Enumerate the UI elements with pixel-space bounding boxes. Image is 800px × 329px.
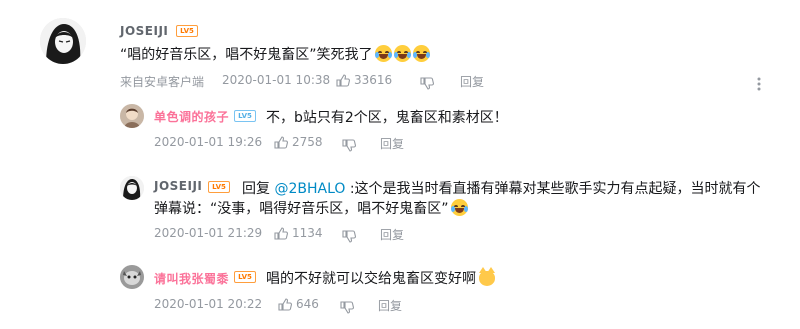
like-count: 33616 (354, 73, 393, 87)
dislike-button[interactable] (342, 225, 360, 244)
reply-time: 2020-01-01 21:29 (154, 226, 263, 240)
laugh-cry-emoji (374, 45, 392, 62)
reply-time: 2020-01-01 19:26 (154, 135, 263, 149)
dislike-button[interactable] (420, 72, 438, 91)
avatar-image (120, 104, 144, 128)
avatar[interactable] (40, 18, 86, 64)
laugh-cry-emoji (393, 45, 411, 62)
mention-link[interactable]: @2BHALO (274, 181, 345, 197)
comment-text: “唱的好音乐区，唱不好鬼畜区”笑死我了 (120, 44, 430, 64)
thumb-up-icon (274, 136, 288, 149)
comment-text-body: “唱的好音乐区，唱不好鬼畜区”笑死我了 (120, 47, 373, 63)
reply-prefix: 回复 (242, 181, 270, 197)
like-button[interactable]: 646 (278, 297, 319, 311)
thumb-down-icon (420, 77, 434, 90)
reply-username[interactable]: JOSEIJI (154, 179, 202, 193)
reply-text-body: 唱的不好就可以交给鬼畜区变好啊 (266, 271, 476, 287)
thumb-down-icon (342, 139, 356, 152)
like-button[interactable]: 33616 (336, 73, 392, 87)
reply-button[interactable]: 回复 (460, 73, 484, 90)
avatar-image (40, 18, 86, 64)
like-count: 2758 (292, 135, 323, 149)
thumb-up-icon (278, 298, 292, 311)
main-comment: JOSEIJI LV5 “唱的好音乐区，唱不好鬼畜区”笑死我了 来自安卓客户端 … (0, 0, 800, 96)
comment-username[interactable]: JOSEIJI (120, 24, 168, 38)
reply-button[interactable]: 回复 (380, 226, 404, 243)
level-badge: LV5 (176, 25, 198, 37)
reply-text-line1: :这个是我当时看直播有弹幕对某些歌手实力有点起疑，当时就有个 (349, 181, 761, 197)
avatar[interactable] (120, 176, 144, 200)
thumb-down-icon (342, 230, 356, 243)
cat-emoji (479, 267, 495, 286)
like-button[interactable]: 1134 (274, 226, 323, 240)
thumb-up-icon (274, 227, 288, 240)
avatar[interactable] (120, 104, 144, 128)
level-badge: LV5 (208, 181, 230, 193)
comment-time: 2020-01-01 10:38 (222, 73, 331, 87)
dislike-button[interactable] (340, 296, 358, 315)
reply-username[interactable]: 单色调的孩子 (154, 108, 229, 125)
device-source: 来自安卓客户端 (120, 75, 205, 89)
reply-text-continued: 弹幕说：“没事，唱得好音乐区，唱不好鬼畜区” (154, 198, 468, 218)
reply-text-line2: 弹幕说：“没事，唱得好音乐区，唱不好鬼畜区” (154, 201, 449, 217)
reply-button[interactable]: 回复 (378, 297, 402, 314)
avatar-image (120, 265, 144, 289)
more-button[interactable] (757, 76, 761, 95)
laugh-cry-emoji (450, 199, 468, 216)
thumb-up-icon (336, 74, 350, 87)
more-icon (757, 77, 761, 91)
like-count: 1134 (292, 226, 323, 240)
like-button[interactable]: 2758 (274, 135, 323, 149)
thumb-down-icon (340, 301, 354, 314)
reply-username[interactable]: 请叫我张蜀黍 (154, 270, 229, 287)
reply-text: 不，b站只有2个区，鬼畜区和素材区！ (266, 110, 508, 126)
avatar-image (120, 176, 144, 200)
level-badge: LV5 (234, 110, 256, 122)
like-count: 646 (296, 297, 319, 311)
reply-text: 回复 @2BHALO :这个是我当时看直播有弹幕对某些歌手实力有点起疑，当时就有… (242, 178, 761, 198)
reply-button[interactable]: 回复 (380, 135, 404, 152)
reply-time: 2020-01-01 20:22 (154, 297, 263, 311)
dislike-button[interactable] (342, 134, 360, 153)
laugh-cry-emoji (412, 45, 430, 62)
level-badge: LV5 (234, 271, 256, 283)
avatar[interactable] (120, 265, 144, 289)
reply-text: 唱的不好就可以交给鬼畜区变好啊 (266, 267, 495, 288)
